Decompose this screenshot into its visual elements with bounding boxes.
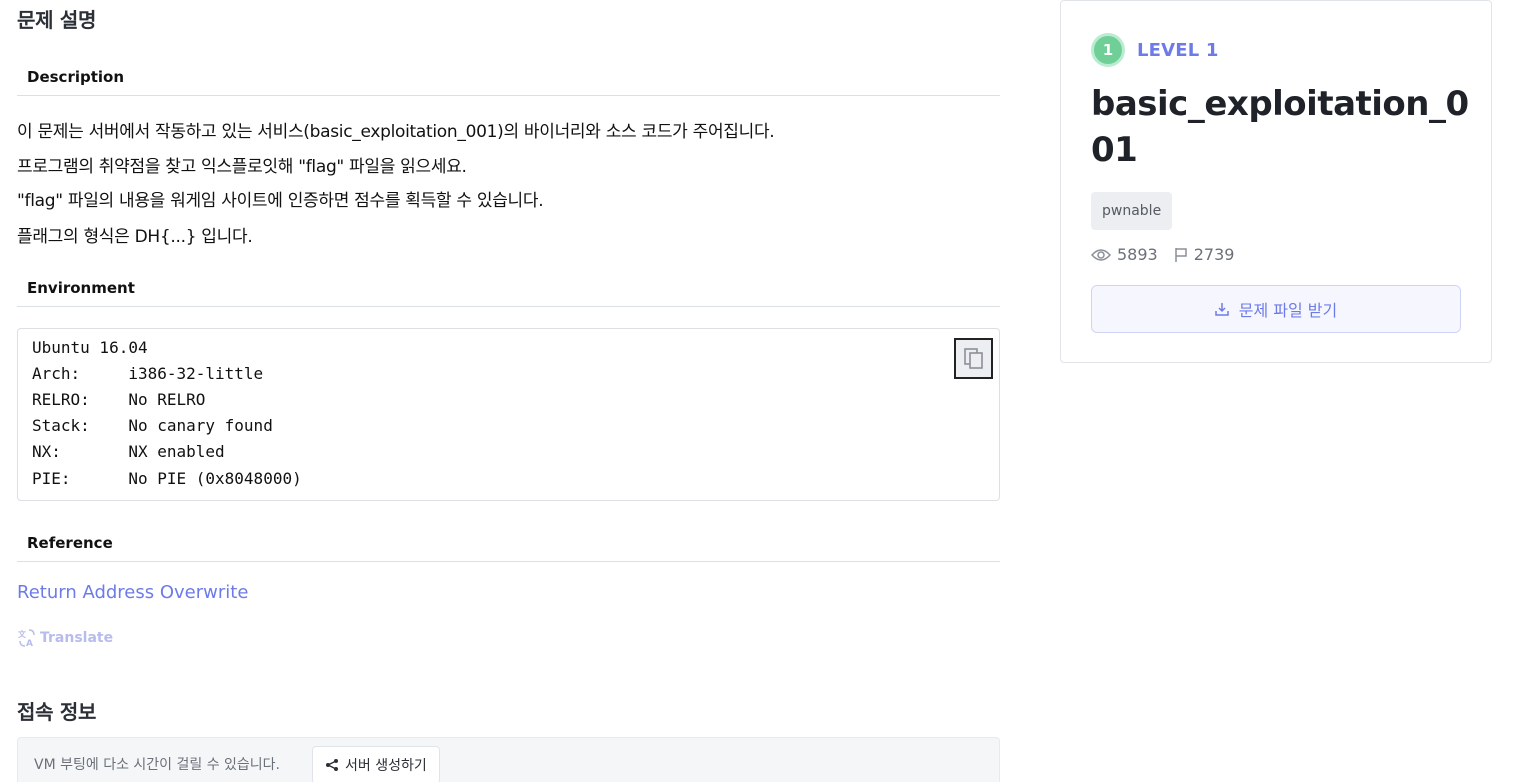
download-icon <box>1215 303 1229 316</box>
challenge-card: 1 LEVEL 1 basic_exploitation_001 pwnable… <box>1060 0 1492 363</box>
copy-icon <box>963 347 983 369</box>
translate-icon: 文 A <box>18 629 35 648</box>
challenge-title: basic_exploitation_001 <box>1091 84 1469 170</box>
code-line: NX: NX enabled <box>32 442 225 461</box>
environment-code-block: Ubuntu 16.04 Arch: i386-32-little RELRO:… <box>17 328 1000 501</box>
description-heading: Description <box>27 68 125 86</box>
share-icon <box>326 759 338 771</box>
description-line: 플래그의 형식은 DH{...} 입니다. <box>17 227 253 247</box>
code-line: PIE: No PIE (0x8048000) <box>32 469 302 488</box>
create-server-button[interactable]: 서버 생성하기 <box>312 746 440 782</box>
svg-text:A: A <box>26 639 33 648</box>
connection-info-box: VM 부팅에 다소 시간이 걸릴 수 있습니다. 서버 생성하기 <box>17 737 1000 782</box>
connection-title: 접속 정보 <box>17 700 97 724</box>
level-row: 1 LEVEL 1 <box>1091 33 1219 67</box>
challenge-stats: 5893 2739 <box>1091 245 1234 264</box>
environment-heading: Environment <box>27 279 135 297</box>
code-line: Stack: No canary found <box>32 416 273 435</box>
environment-heading-row: Environment <box>17 273 1000 307</box>
problem-title: 문제 설명 <box>17 8 97 32</box>
download-files-button[interactable]: 문제 파일 받기 <box>1091 285 1461 333</box>
vm-notice: VM 부팅에 다소 시간이 걸릴 수 있습니다. <box>34 757 281 773</box>
level-label: LEVEL 1 <box>1137 39 1219 61</box>
code-line: Ubuntu 16.04 <box>32 338 148 357</box>
reference-heading-row: Reference <box>17 528 1000 562</box>
solves-count: 2739 <box>1193 245 1235 264</box>
views-count: 5893 <box>1117 245 1158 264</box>
description-heading-row: Description <box>17 62 1000 96</box>
code-line: Arch: i386-32-little <box>32 364 264 383</box>
description-line: "flag" 파일의 내용을 워게임 사이트에 인증하면 점수를 획득할 수 있… <box>17 191 544 211</box>
download-label: 문제 파일 받기 <box>1238 301 1338 320</box>
level-badge: 1 <box>1091 33 1125 67</box>
category-tag[interactable]: pwnable <box>1091 192 1173 230</box>
svg-text:文: 文 <box>18 629 27 639</box>
code-line: RELRO: No RELRO <box>32 390 206 409</box>
create-server-label: 서버 생성하기 <box>345 758 427 774</box>
reference-heading: Reference <box>27 534 113 552</box>
flag-icon <box>1174 247 1187 262</box>
eye-icon <box>1091 248 1111 261</box>
description-line: 프로그램의 취약점을 찾고 익스플로잇해 "flag" 파일을 읽으세요. <box>17 157 467 177</box>
translate-button[interactable]: 文 A Translate <box>17 628 113 648</box>
copy-button[interactable] <box>954 338 993 379</box>
reference-link[interactable]: Return Address Overwrite <box>17 582 248 603</box>
translate-label: Translate <box>40 630 114 646</box>
description-line: 이 문제는 서버에서 작동하고 있는 서비스(basic_exploitatio… <box>17 122 775 142</box>
